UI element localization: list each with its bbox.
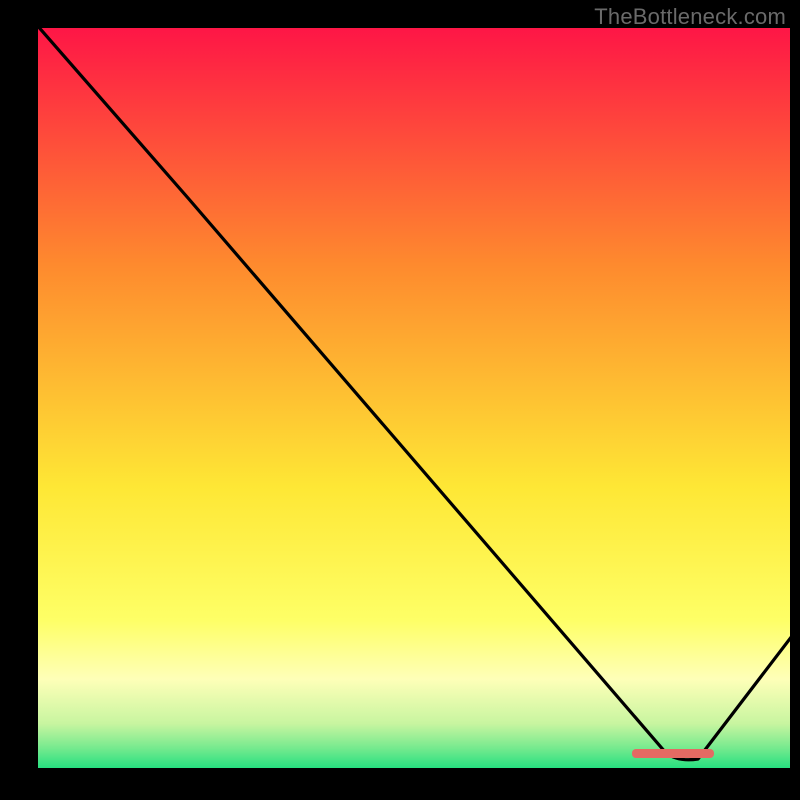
- chart-svg: [38, 28, 790, 768]
- watermark-text: TheBottleneck.com: [594, 4, 786, 30]
- gradient-background: [38, 28, 790, 768]
- optimum-marker: [632, 749, 714, 758]
- chart-frame: TheBottleneck.com: [0, 0, 800, 800]
- plot-area: [38, 28, 790, 768]
